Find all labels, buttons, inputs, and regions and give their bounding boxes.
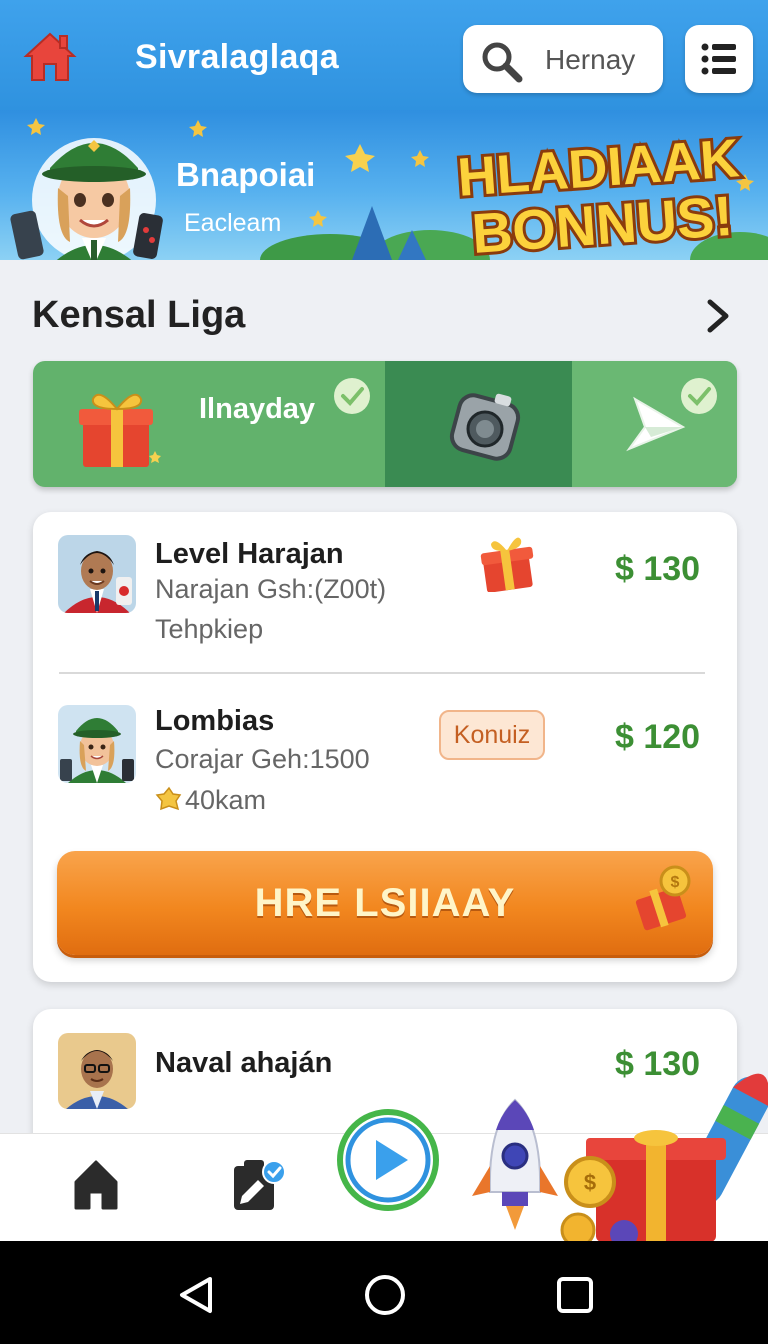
banner-username: Bnapoiai bbox=[176, 156, 316, 193]
avatar bbox=[58, 1033, 136, 1109]
daily-rewards-strip[interactable]: Ilnayday bbox=[33, 361, 737, 487]
app-title: Sivralaglaqa bbox=[135, 38, 339, 76]
player-name: Lombias bbox=[155, 705, 275, 737]
circle-home-icon[interactable] bbox=[364, 1274, 406, 1316]
system-navigation-bar bbox=[0, 1241, 768, 1344]
status-badge[interactable]: Konuiz bbox=[439, 710, 545, 760]
svg-text:$: $ bbox=[584, 1170, 596, 1195]
avatar bbox=[58, 535, 136, 613]
gift-icon bbox=[480, 537, 534, 592]
chevron-right-icon[interactable] bbox=[704, 296, 734, 336]
player-detail-2: 40kam bbox=[185, 785, 267, 815]
player-detail-2: Tehpkiep bbox=[155, 614, 264, 644]
claim-button-label: HRE LSIIAAY bbox=[254, 881, 516, 925]
search-box[interactable]: Hernay bbox=[463, 25, 663, 93]
section-title: Kensal Liga bbox=[32, 294, 246, 336]
bonus-headline: HLADIAAK BONNUS! bbox=[453, 126, 744, 256]
back-icon[interactable] bbox=[176, 1275, 216, 1315]
claim-button[interactable]: HRE LSIIAAY $ bbox=[57, 851, 713, 955]
check-icon bbox=[681, 378, 717, 414]
avatar bbox=[58, 705, 136, 783]
tasks-icon[interactable] bbox=[230, 1156, 286, 1212]
mascot-avatar bbox=[10, 138, 163, 260]
camera-icon bbox=[449, 393, 521, 461]
home-logo-icon[interactable] bbox=[22, 28, 78, 84]
prize-amount: $ 120 bbox=[615, 718, 701, 756]
search-text: Hernay bbox=[545, 44, 636, 75]
svg-text:$: $ bbox=[671, 874, 680, 891]
play-button[interactable] bbox=[334, 1106, 442, 1214]
top-app-bar: Sivralaglaqa Hernay bbox=[0, 0, 768, 110]
menu-icon bbox=[701, 43, 736, 75]
search-icon bbox=[482, 42, 523, 83]
leaderboard-card: Level Harajan Narajan Gsh:(Z00t) Tehpkie… bbox=[33, 512, 737, 982]
prize-amount: $ 130 bbox=[615, 550, 701, 588]
rewards-decoration: $ bbox=[560, 1073, 768, 1242]
paper-plane-icon bbox=[626, 396, 686, 452]
row-divider bbox=[59, 672, 705, 674]
gift-coin-icon: $ bbox=[635, 865, 691, 931]
check-icon bbox=[334, 378, 370, 414]
player-detail: Corajar Geh:1500 bbox=[155, 744, 370, 774]
player-detail: Narajan Gsh:(Z00t) bbox=[155, 574, 387, 604]
coin-icon bbox=[155, 786, 182, 811]
banner-subtitle: Eacleam bbox=[184, 209, 282, 237]
player-name: Level Harajan bbox=[155, 538, 344, 570]
recents-icon[interactable] bbox=[556, 1276, 594, 1314]
menu-button[interactable] bbox=[685, 25, 753, 93]
daily-label: Ilnayday bbox=[199, 393, 316, 425]
player-name: Naval ahaján bbox=[155, 1047, 333, 1079]
home-icon[interactable] bbox=[72, 1158, 120, 1210]
rocket-icon bbox=[472, 1098, 558, 1230]
gift-icon bbox=[79, 393, 161, 467]
app-screen: Sivralaglaqa Hernay Bnapoiai Eacleam HLA… bbox=[0, 0, 768, 1344]
promo-banner[interactable]: Bnapoiai Eacleam HLADIAAK BONNUS! bbox=[0, 110, 768, 260]
